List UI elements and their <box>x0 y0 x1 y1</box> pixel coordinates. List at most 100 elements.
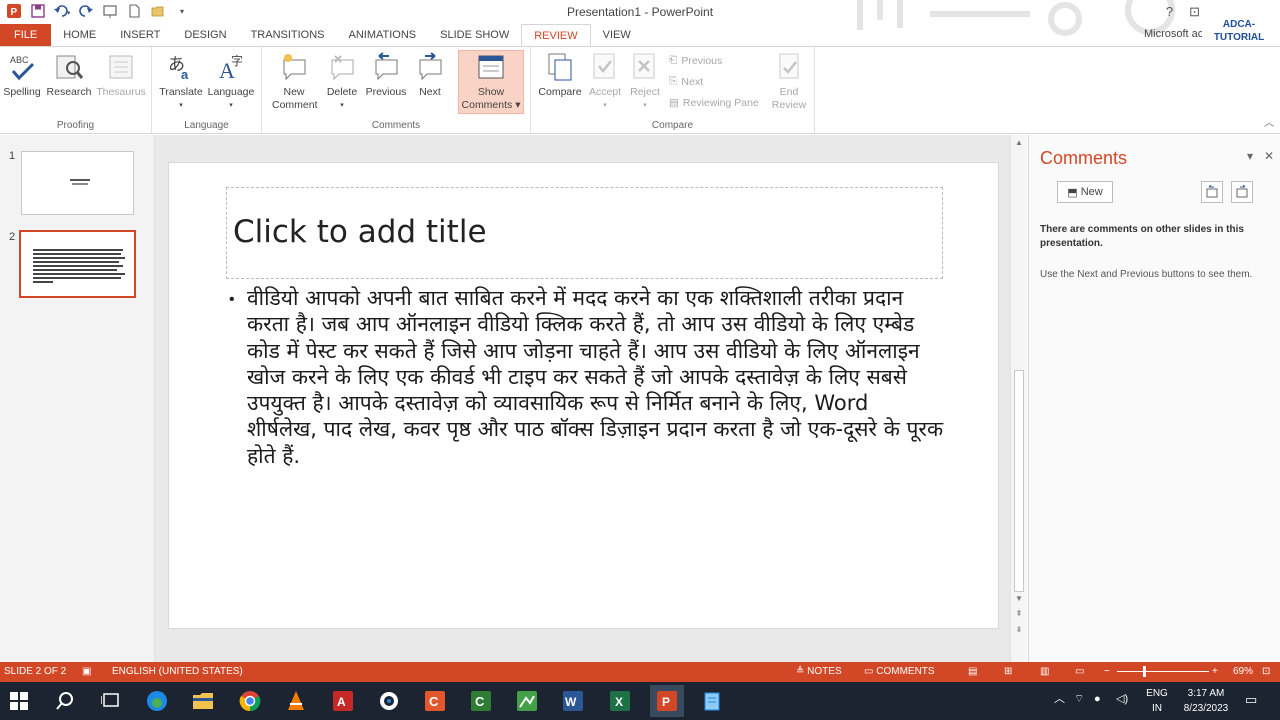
pane-options-icon[interactable]: ▾ <box>1247 149 1253 163</box>
notepad-icon[interactable] <box>699 688 725 714</box>
previous-change-button[interactable]: ⎗ Previous <box>669 54 722 67</box>
fit-slide-icon[interactable]: ⊡ <box>1262 666 1270 677</box>
image-editor-icon[interactable] <box>514 688 540 714</box>
notifications-icon[interactable]: ▭ <box>1245 692 1257 707</box>
excel-icon[interactable]: X <box>607 688 633 714</box>
redo-icon[interactable] <box>78 3 94 19</box>
comments-status-button[interactable]: ▭ COMMENTS <box>864 666 935 677</box>
language-button[interactable]: A字 Language ▾ <box>206 51 256 112</box>
screen-recorder-icon[interactable] <box>376 688 402 714</box>
edge-browser-icon[interactable] <box>144 688 170 714</box>
notes-button[interactable]: ≜ NOTES <box>796 666 842 677</box>
scroll-thumb[interactable] <box>1014 370 1024 592</box>
tab-slide-show[interactable]: SLIDE SHOW <box>428 24 521 46</box>
reading-view-icon[interactable]: ▥ <box>1040 666 1049 677</box>
next-slide-icon[interactable]: ⇟ <box>1011 625 1027 634</box>
ribbon: ABC Spelling Research Thesaurus Proofing… <box>0 46 1280 134</box>
tab-insert[interactable]: INSERT <box>108 24 172 46</box>
slide-thumbnail-1[interactable] <box>21 151 134 215</box>
reject-button[interactable]: Reject ▾ <box>627 51 663 112</box>
slide-sorter-icon[interactable]: ⊞ <box>1004 666 1012 677</box>
account-name[interactable]: Microsoft ac <box>1144 28 1202 40</box>
zoom-level[interactable]: 69% <box>1233 666 1253 677</box>
tab-animations[interactable]: ANIMATIONS <box>337 24 429 46</box>
start-from-beginning-icon[interactable] <box>102 3 118 19</box>
show-comments-button[interactable]: Show Comments ▾ <box>458 50 524 114</box>
tab-transitions[interactable]: TRANSITIONS <box>239 24 337 46</box>
clock[interactable]: 3:17 AM 8/23/2023 <box>1176 686 1236 716</box>
save-icon[interactable] <box>30 3 46 19</box>
undo-icon[interactable]: ▾ <box>54 3 70 19</box>
customize-qat-icon[interactable]: ▾ <box>174 3 190 19</box>
show-hidden-icons-icon[interactable]: ︿ <box>1054 692 1065 707</box>
next-comment-button[interactable]: Next <box>410 51 450 99</box>
input-language[interactable]: ENG IN <box>1143 686 1171 716</box>
network-icon[interactable]: ⌔ <box>1074 692 1084 707</box>
zoom-in-icon[interactable]: + <box>1212 666 1218 677</box>
collapse-ribbon-icon[interactable]: ︿ <box>1264 114 1274 129</box>
corel-draw-icon[interactable]: C <box>422 688 448 714</box>
vlc-player-icon[interactable] <box>283 688 309 714</box>
tab-design[interactable]: DESIGN <box>172 24 238 46</box>
zoom-slider-thumb[interactable] <box>1143 666 1146 677</box>
new-file-icon[interactable] <box>126 3 142 19</box>
help-icon[interactable]: ? <box>1166 4 1173 20</box>
tab-review[interactable]: REVIEW <box>521 24 591 46</box>
slide-thumbnail-2[interactable] <box>19 230 136 298</box>
powerpoint-taskbar-icon[interactable]: P <box>650 685 684 717</box>
bullet-icon: • <box>229 291 235 308</box>
scroll-down-icon[interactable]: ▼ <box>1011 594 1027 603</box>
open-folder-icon[interactable] <box>150 3 166 19</box>
acrobat-reader-icon[interactable]: A <box>330 688 356 714</box>
task-view-icon[interactable] <box>98 688 124 714</box>
zoom-out-icon[interactable]: − <box>1104 666 1110 677</box>
reviewing-pane-button[interactable]: ▤ Reviewing Pane <box>669 97 759 109</box>
comments-hint: Use the Next and Previous buttons to see… <box>1040 269 1253 280</box>
title-placeholder[interactable]: Click to add title <box>226 187 943 279</box>
translate-icon: あa <box>165 51 197 83</box>
pane-next-button[interactable] <box>1231 181 1253 203</box>
normal-view-icon[interactable]: ▤ <box>968 666 977 677</box>
svg-text:ABC: ABC <box>10 55 29 65</box>
delete-comment-button[interactable]: Delete ▾ <box>322 51 362 112</box>
language-status[interactable]: ENGLISH (UNITED STATES) <box>112 666 243 677</box>
spelling-icon: ABC <box>6 51 38 83</box>
body-text[interactable]: वीडियो आपको अपनी बात साबित करने में मदद … <box>247 285 944 469</box>
tab-file[interactable]: FILE <box>0 24 52 46</box>
new-comment-button[interactable]: New Comment <box>272 51 318 112</box>
slide-1-preview-icon <box>70 179 90 185</box>
vertical-scrollbar[interactable]: ▲ ▼ ⇞ ⇟ <box>1010 135 1027 662</box>
spell-check-icon[interactable]: ▣ <box>82 666 91 677</box>
thesaurus-button[interactable]: Thesaurus <box>96 51 146 99</box>
brand-watermark: ADCA- TUTORIAL <box>1213 19 1265 43</box>
camtasia-icon[interactable]: C <box>468 688 494 714</box>
research-button[interactable]: Research <box>46 51 92 99</box>
chrome-browser-icon[interactable] <box>237 688 263 714</box>
search-icon[interactable] <box>52 688 78 714</box>
ribbon-display-options-icon[interactable]: ⊡ <box>1189 4 1200 20</box>
scroll-up-icon[interactable]: ▲ <box>1011 138 1027 147</box>
compare-button[interactable]: Compare <box>535 51 585 99</box>
proofing-group-label: Proofing <box>56 120 95 131</box>
end-review-button[interactable]: End Review <box>767 51 811 112</box>
comments-pane-title: Comments <box>1040 148 1128 168</box>
slide-show-view-icon[interactable]: ▭ <box>1075 666 1084 677</box>
next-change-icon: ⎘ <box>669 75 678 87</box>
accept-button[interactable]: Accept ▾ <box>587 51 623 112</box>
word-icon[interactable]: W <box>560 688 586 714</box>
volume-icon[interactable]: ◁) <box>1116 692 1128 707</box>
file-explorer-icon[interactable] <box>190 688 216 714</box>
windows-start-icon[interactable] <box>6 688 32 714</box>
previous-comment-button[interactable]: Previous <box>364 51 408 99</box>
previous-slide-icon[interactable]: ⇞ <box>1011 609 1027 618</box>
tab-home[interactable]: HOME <box>51 24 108 46</box>
new-comment-pane-button[interactable]: ⬒ New <box>1057 181 1113 203</box>
translate-button[interactable]: あa Translate ▾ <box>158 51 204 112</box>
pane-previous-button[interactable] <box>1201 181 1223 203</box>
next-change-button[interactable]: ⎘ Next <box>669 75 703 88</box>
microphone-icon[interactable]: ● <box>1094 692 1101 707</box>
tab-view[interactable]: VIEW <box>591 24 643 46</box>
close-pane-icon[interactable]: ✕ <box>1264 149 1274 163</box>
spelling-button[interactable]: ABC Spelling <box>2 51 42 99</box>
zoom-slider-track[interactable] <box>1117 671 1209 672</box>
